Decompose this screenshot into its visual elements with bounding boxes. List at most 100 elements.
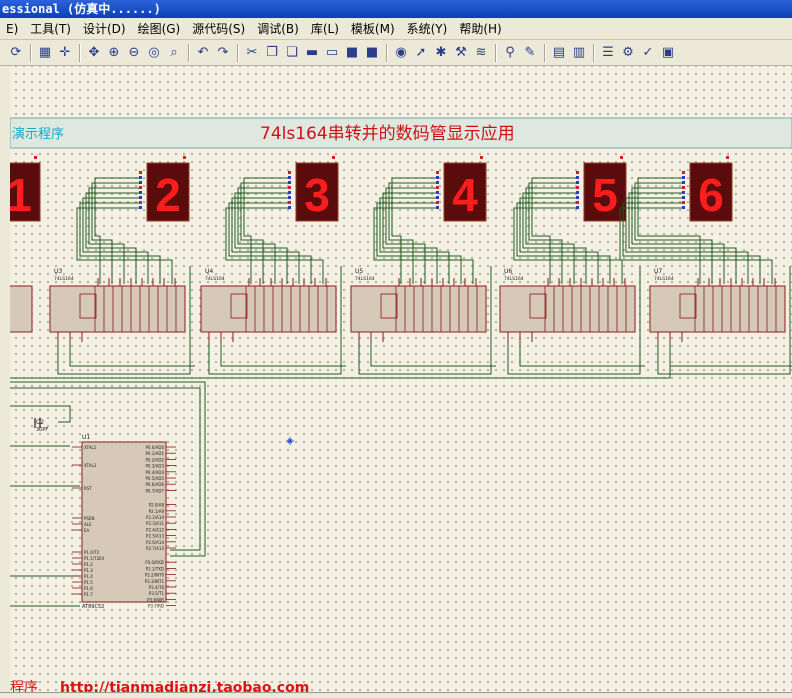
zoom-out-icon[interactable]: ⊖ xyxy=(125,44,143,62)
display-pin xyxy=(576,191,579,194)
mcu-right-pin-label: P0.5/AD5 xyxy=(146,476,165,481)
toolbar-separator xyxy=(386,43,387,62)
block-copy-icon[interactable]: ▬ xyxy=(303,44,321,62)
package-tool-icon[interactable]: ✱ xyxy=(432,44,450,62)
mcu-left-pin-label: P1.6 xyxy=(84,586,93,591)
segment-wire xyxy=(243,177,288,284)
status-bar xyxy=(0,692,792,698)
menu-tools[interactable]: 工具(T) xyxy=(24,19,77,39)
schematic-sheet[interactable]: 演示程序 74ls164串转并的数码管显示应用 1 2 3 4 5 6 U3 74LS164 U4 7… xyxy=(10,66,792,694)
display-common-pin xyxy=(332,156,335,159)
menu-help[interactable]: 帮助(H) xyxy=(453,19,507,39)
mcu-right-pin-label: P0.2/AD2 xyxy=(146,457,165,462)
display-pin xyxy=(576,181,579,184)
remove-sheet-icon[interactable]: ▥ xyxy=(570,44,588,62)
netlist-icon[interactable]: ⚙ xyxy=(619,44,637,62)
segment-wire xyxy=(94,177,139,284)
menu-bar: E) 工具(T) 设计(D) 绘图(G) 源代码(S) 调试(B) 库(L) 模板(M) 系统(… xyxy=(0,18,792,40)
display-pin xyxy=(139,171,142,174)
zoom-all-icon[interactable]: ◎ xyxy=(145,44,163,62)
mcu-right-pin-label: P2.5/A13 xyxy=(146,534,164,539)
refresh-icon[interactable]: ⟳ xyxy=(7,44,25,62)
display-pin xyxy=(682,191,685,194)
menu-library[interactable]: 库(L) xyxy=(305,19,345,39)
display-pin xyxy=(139,186,142,189)
pick-device-icon[interactable]: ◉ xyxy=(392,44,410,62)
decompose-icon[interactable]: ⚒ xyxy=(452,44,470,62)
cursor-marker-icon xyxy=(286,437,294,445)
chip-part-label: 74LS164 xyxy=(504,276,524,282)
display-pin xyxy=(682,176,685,179)
capacitor-value: 30PF xyxy=(36,427,48,433)
chip-part-label: 74LS164 xyxy=(54,276,74,282)
cut-icon[interactable]: ✂ xyxy=(243,44,261,62)
pan-icon[interactable]: ✥ xyxy=(85,44,103,62)
electrical-check-icon[interactable]: ✓ xyxy=(639,44,657,62)
redo-icon[interactable]: ↷ xyxy=(214,44,232,62)
capacitor-ref: C2 xyxy=(36,419,44,426)
search-icon[interactable]: ⚲ xyxy=(501,44,519,62)
display-pin xyxy=(682,186,685,189)
segment-wire xyxy=(531,177,576,284)
display-common-pin xyxy=(726,156,729,159)
clock-bus xyxy=(10,356,671,379)
make-device-icon[interactable]: ➚ xyxy=(412,44,430,62)
mcu-left-pin-label: RST xyxy=(84,486,92,491)
mcu-right-pin-label: P3.1/TXD xyxy=(146,566,164,571)
property-assign-icon[interactable]: ✎ xyxy=(521,44,539,62)
menu-system[interactable]: 系统(Y) xyxy=(401,19,454,39)
seven-seg-digit-5: 5 xyxy=(592,169,618,221)
bus-wire xyxy=(220,342,346,367)
menu-source[interactable]: 源代码(S) xyxy=(186,19,251,39)
display-pin xyxy=(288,196,291,199)
ares-icon[interactable]: ▣ xyxy=(659,44,677,62)
mcu-right-pin-label: P2.0/A8 xyxy=(149,503,165,508)
display-pin xyxy=(682,196,685,199)
chip-ref-label: U5 xyxy=(355,268,363,275)
mcu-right-pin-label: P2.7/A15 xyxy=(146,546,164,551)
wire-autoroute-icon[interactable]: ≋ xyxy=(472,44,490,62)
toolbar-separator xyxy=(30,43,31,62)
mcu-part-label: AT89C52 xyxy=(82,604,104,610)
chip-part-label: 74LS164 xyxy=(355,276,375,282)
mcu-right-pin-label: P3.5/T1 xyxy=(149,591,165,596)
display-pin xyxy=(436,206,439,209)
block-delete-icon[interactable]: ■ xyxy=(363,44,381,62)
toolbar-separator xyxy=(188,43,189,62)
origin-icon[interactable]: ✛ xyxy=(56,44,74,62)
banner-left-label: 演示程序 xyxy=(12,126,64,142)
display-pin xyxy=(576,196,579,199)
menu-template[interactable]: 模板(M) xyxy=(345,19,401,39)
copy-icon[interactable]: ❐ xyxy=(263,44,281,62)
block-move-icon[interactable]: ▭ xyxy=(323,44,341,62)
mcu-right-pin-label: P2.2/A10 xyxy=(146,515,164,520)
display-pin xyxy=(576,186,579,189)
shift-register-U3 xyxy=(49,285,186,333)
display-pin xyxy=(288,201,291,204)
schematic-canvas[interactable]: 演示程序 74ls164串转并的数码管显示应用1 2 3 4 5 6U374LS164U47… xyxy=(10,66,792,694)
bus-wire xyxy=(669,342,792,367)
bill-of-materials-icon[interactable]: ☰ xyxy=(599,44,617,62)
block-rotate-icon[interactable]: ■ xyxy=(343,44,361,62)
display-pin xyxy=(288,206,291,209)
banner-title: 74ls164串转并的数码管显示应用 xyxy=(260,124,515,144)
mcu-right-pin-label: P2.6/A14 xyxy=(146,540,164,545)
zoom-area-icon[interactable]: ⌕ xyxy=(165,44,183,62)
mcu-right-pin-label: P2.4/A12 xyxy=(146,527,164,532)
seven-seg-digit-6: 6 xyxy=(698,169,724,221)
new-sheet-icon[interactable]: ▤ xyxy=(550,44,568,62)
chip-ref-label: U7 xyxy=(654,268,662,275)
seven-seg-digit-2: 2 xyxy=(155,169,181,221)
display-pin xyxy=(288,181,291,184)
menu-graph[interactable]: 绘图(G) xyxy=(132,19,187,39)
undo-icon[interactable]: ↶ xyxy=(194,44,212,62)
segment-wire xyxy=(391,177,436,284)
menu-edit[interactable]: E) xyxy=(0,19,24,39)
shift-register-U6 xyxy=(499,285,636,333)
zoom-in-icon[interactable]: ⊕ xyxy=(105,44,123,62)
display-pin xyxy=(576,206,579,209)
grid-icon[interactable]: ▦ xyxy=(36,44,54,62)
paste-icon[interactable]: ❏ xyxy=(283,44,301,62)
menu-design[interactable]: 设计(D) xyxy=(77,19,132,39)
menu-debug[interactable]: 调试(B) xyxy=(251,19,305,39)
